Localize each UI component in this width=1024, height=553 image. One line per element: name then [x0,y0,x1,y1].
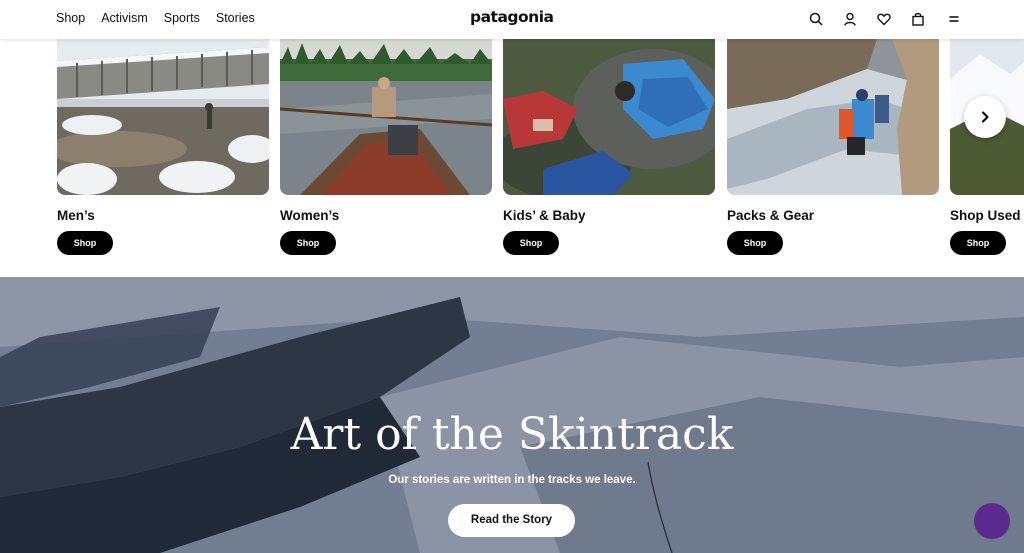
category-carousel: Men’s Shop Women’s Shop Kids’ & Baby Sho… [0,39,1024,277]
main-nav: Shop Activism Sports Stories [56,11,255,25]
category-card-used[interactable]: Shop Used Shop [950,39,1024,255]
hero-banner: Art of the Skintrack Our stories are wri… [0,277,1024,553]
nav-stories[interactable]: Stories [216,11,255,25]
category-image-mens[interactable] [57,39,269,195]
category-label-used[interactable]: Shop Used [950,208,1024,223]
category-image-packs[interactable] [727,39,939,195]
chat-widget-button[interactable] [974,503,1010,539]
hero-subtitle: Our stories are written in the tracks we… [388,474,636,486]
category-label-kids[interactable]: Kids’ & Baby [503,208,715,223]
header-icons [808,11,962,27]
search-icon[interactable] [808,11,824,27]
nav-shop[interactable]: Shop [56,11,85,25]
account-icon[interactable] [842,11,858,27]
read-the-story-button[interactable]: Read the Story [448,504,575,537]
menu-icon[interactable] [946,11,962,27]
nav-activism[interactable]: Activism [101,11,148,25]
category-label-packs[interactable]: Packs & Gear [727,208,939,223]
category-card-mens[interactable]: Men’s Shop [57,39,269,255]
bag-icon[interactable] [910,11,926,27]
chevron-right-icon [981,111,989,123]
shop-mens-button[interactable]: Shop [57,231,113,255]
shop-kids-button[interactable]: Shop [503,231,559,255]
category-label-womens[interactable]: Women’s [280,208,492,223]
carousel-next-button[interactable] [964,96,1006,138]
category-image-womens[interactable] [280,39,492,195]
hero-title: Art of the Skintrack [290,409,734,460]
category-image-kids[interactable] [503,39,715,195]
patagonia-logo[interactable]: patagonia [470,8,554,26]
heart-icon[interactable] [876,11,892,27]
category-card-kids[interactable]: Kids’ & Baby Shop [503,39,715,255]
shop-womens-button[interactable]: Shop [280,231,336,255]
nav-sports[interactable]: Sports [164,11,200,25]
shop-packs-button[interactable]: Shop [727,231,783,255]
category-label-mens[interactable]: Men’s [57,208,269,223]
site-header: Shop Activism Sports Stories patagonia [0,0,1024,39]
category-card-womens[interactable]: Women’s Shop [280,39,492,255]
category-card-packs[interactable]: Packs & Gear Shop [727,39,939,255]
shop-used-button[interactable]: Shop [950,231,1006,255]
